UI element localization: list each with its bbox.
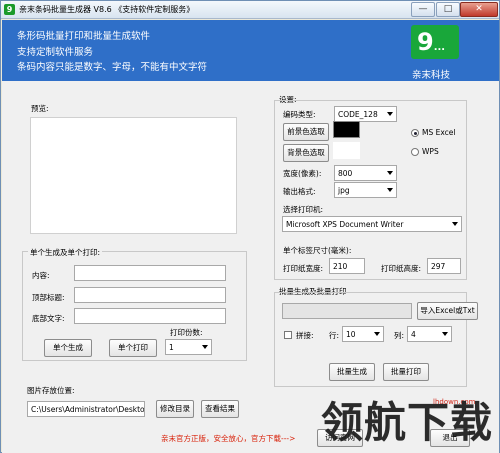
ms-excel-label: MS Excel [422, 128, 456, 137]
print-height-label: 打印纸高度: [381, 264, 422, 273]
logo-glyph: 9 [417, 28, 434, 56]
col-select[interactable]: 4 [407, 326, 452, 342]
barcode-preview [30, 117, 237, 234]
brand-logo: 9... [411, 25, 459, 59]
official-notice: 亲末官方正版，安全放心，官方下载---> [161, 434, 296, 443]
print-height-input[interactable]: 297 [427, 258, 461, 274]
single-group-title: 单个生成及单个打印: [28, 247, 103, 258]
title-bar: 9 亲末条码批量生成器 V8.6 《支持软件定制服务》 — □ ✕ [1, 1, 499, 19]
width-value: 800 [338, 169, 353, 178]
banner-line-3: 条码内容只能是数字、字母，不能有中文字符 [17, 62, 208, 73]
printer-select[interactable]: Microsoft XPS Document Writer [282, 216, 462, 232]
print-width-label: 打印纸宽度: [283, 264, 324, 273]
wps-radio[interactable] [411, 148, 419, 156]
width-select[interactable]: 800 [334, 165, 397, 181]
chevron-down-icon [202, 345, 208, 349]
col-value: 4 [411, 330, 416, 339]
copies-value: 1 [169, 343, 174, 352]
change-dir-button[interactable]: 修改目录 [156, 400, 194, 418]
code-type-label: 编码类型: [283, 110, 316, 119]
banner-line-1: 条形码批量打印和批量生成软件 [17, 31, 151, 42]
width-label: 宽度(像素): [283, 169, 322, 178]
printer-label: 选择打印机: [283, 205, 324, 214]
chevron-down-icon [387, 171, 393, 175]
chevron-down-icon [387, 112, 393, 116]
content-input[interactable] [74, 265, 226, 281]
logo-dots: ... [433, 42, 446, 53]
batch-file-input[interactable] [282, 303, 412, 319]
content-label: 内容: [32, 271, 50, 280]
banner-line-2: 支持定制软件服务 [17, 47, 94, 58]
background-color-button[interactable]: 背景色选取 [283, 144, 329, 162]
batch-generate-button[interactable]: 批量生成 [329, 363, 375, 381]
top-title-label: 顶部标题: [32, 293, 65, 302]
copies-label: 打印份数: [170, 328, 203, 337]
format-select[interactable]: jpg [334, 182, 397, 198]
tile-checkbox[interactable] [284, 331, 292, 339]
bottom-text-input[interactable] [74, 308, 226, 324]
brand-name: 亲末科技 [412, 70, 451, 81]
window-title: 亲末条码批量生成器 V8.6 《支持软件定制服务》 [19, 5, 195, 14]
ms-excel-radio[interactable] [411, 129, 419, 137]
storage-path-input[interactable]: C:\Users\Administrator\Desktop [27, 401, 145, 417]
chevron-down-icon [442, 332, 448, 336]
wps-label: WPS [422, 147, 439, 156]
tile-label: 拼接: [296, 331, 314, 340]
storage-label: 图片存放位置: [27, 386, 75, 395]
minimize-button[interactable]: — [411, 2, 435, 17]
chevron-down-icon [387, 188, 393, 192]
printer-value: Microsoft XPS Document Writer [286, 220, 404, 229]
single-generate-button[interactable]: 单个生成 [44, 339, 92, 357]
preview-label: 预览: [31, 104, 49, 113]
code-type-select[interactable]: CODE_128 [334, 106, 397, 122]
batch-print-button[interactable]: 批量打印 [383, 363, 429, 381]
app-window: 9 亲末条码批量生成器 V8.6 《支持软件定制服务》 — □ ✕ 条形码批量打… [0, 0, 500, 453]
app-logo-icon: 9 [4, 4, 15, 15]
top-title-input[interactable] [74, 287, 226, 303]
import-excel-button[interactable]: 导入Excel或Txt [417, 302, 478, 320]
label-size-title: 单个标签尺寸(毫米): [283, 246, 352, 255]
view-results-button[interactable]: 查看结果 [201, 400, 239, 418]
chevron-down-icon [374, 332, 380, 336]
close-button[interactable]: ✕ [460, 2, 498, 17]
foreground-color-button[interactable]: 前景色选取 [283, 123, 329, 141]
print-width-input[interactable]: 210 [329, 258, 365, 274]
code-type-value: CODE_128 [338, 110, 378, 119]
single-print-button[interactable]: 单个打印 [109, 339, 157, 357]
background-swatch[interactable] [333, 142, 360, 159]
col-label: 列: [394, 331, 405, 340]
copies-select[interactable]: 1 [165, 339, 212, 355]
bottom-text-label: 底部文字: [32, 314, 65, 323]
chevron-down-icon [452, 222, 458, 226]
site-watermark: 领航下载 [321, 398, 494, 447]
format-label: 输出格式: [283, 187, 316, 196]
row-select[interactable]: 10 [342, 326, 384, 342]
format-value: jpg [338, 186, 350, 195]
row-value: 10 [346, 330, 356, 339]
maximize-button[interactable]: □ [436, 2, 460, 17]
row-label: 行: [329, 331, 340, 340]
foreground-swatch[interactable] [333, 121, 360, 138]
